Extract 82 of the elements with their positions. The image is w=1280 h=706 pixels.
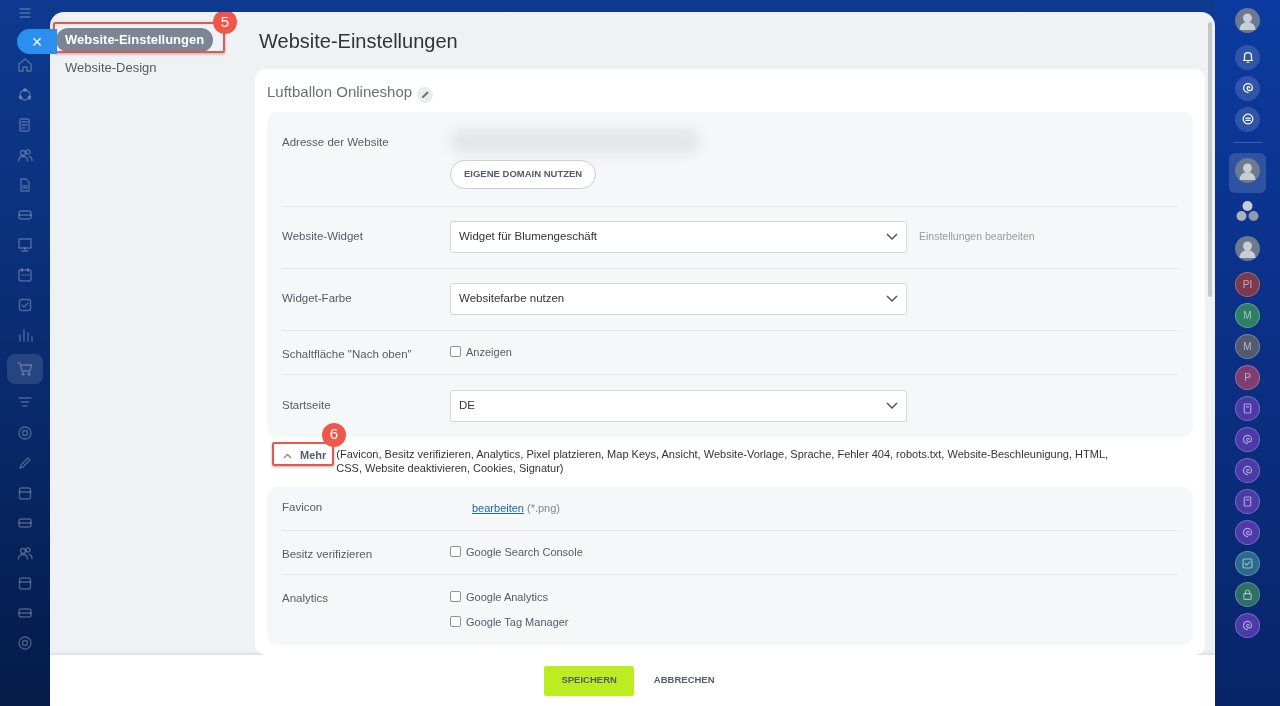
user-initials[interactable]: P — [1235, 365, 1260, 390]
page-title: Website-Einstellungen — [259, 29, 459, 54]
user-initials[interactable]: M — [1235, 334, 1260, 359]
app-button[interactable] — [1235, 396, 1260, 421]
select-field[interactable]: Websitefarbe nutzen — [450, 283, 907, 315]
domain-button[interactable]: EIGENE DOMAIN NUTZEN — [450, 160, 597, 189]
avatar[interactable] — [1235, 8, 1260, 33]
calendar-icon[interactable] — [17, 267, 33, 283]
book-icon — [1241, 495, 1254, 508]
target-icon[interactable] — [17, 635, 33, 651]
setting-label: Widget-Farbe — [282, 292, 352, 305]
chevron-icon — [886, 233, 898, 241]
checkbox-label: Google Analytics — [466, 591, 548, 603]
setting-label: Adresse der Website — [282, 135, 389, 148]
setting-label: Website-Widget — [282, 230, 363, 243]
setting-label: Schaltfläche "Nach oben" — [282, 347, 412, 360]
checkbox-label: Anzeigen — [466, 345, 512, 358]
chevron-icon — [886, 295, 898, 303]
archive-icon[interactable] — [17, 485, 33, 501]
bar-chart-icon[interactable] — [17, 327, 33, 343]
cancel-button[interactable]: ABBRECHEN — [647, 672, 721, 689]
app-button[interactable] — [1235, 613, 1260, 638]
cart-icon[interactable] — [17, 361, 33, 377]
app-button[interactable] — [1235, 551, 1260, 576]
checkbox[interactable] — [450, 615, 461, 627]
card-icon[interactable] — [17, 605, 33, 621]
people-icon[interactable] — [17, 545, 33, 561]
app-button[interactable] — [1235, 458, 1260, 483]
nav-item[interactable]: Website-Einstellungen — [56, 28, 214, 52]
nav-item[interactable]: Website-Design — [56, 55, 166, 79]
edit-link[interactable]: bearbeiten — [472, 499, 524, 517]
archive-icon[interactable] — [17, 575, 33, 591]
site-name: Luftballon Onlineshop — [267, 83, 413, 100]
circular-arrows-icon[interactable] — [17, 87, 33, 103]
file-type-note: (*.png) — [527, 500, 561, 516]
setting-label: Analytics — [282, 591, 329, 604]
checkbox[interactable] — [450, 545, 461, 557]
close-button[interactable]: × — [17, 29, 57, 54]
sections-summary: (Favicon, Besitz verifizieren, Analytics, Pixel platzieren, Map Keys, Ansicht, Website-Vorlage, Sprache, Fehler 404, robots.txt, Website-Beschleunigung, HTML, CSS, Website deaktivieren, Cookies, Signatur) — [336, 446, 1110, 475]
spiral-icon — [1241, 433, 1254, 446]
lock-icon — [1241, 588, 1254, 601]
spiral-icon[interactable] — [1235, 75, 1260, 101]
chevron-icon — [886, 401, 898, 410]
select-field[interactable]: DE — [450, 389, 907, 422]
checkbox-icon[interactable] — [17, 297, 33, 313]
document-icon[interactable] — [17, 117, 33, 133]
select-field[interactable]: Widget für Blumengeschäft — [450, 221, 907, 253]
setting-label: Besitz verifizieren — [282, 547, 373, 560]
target-icon[interactable] — [17, 425, 33, 441]
house-icon[interactable] — [17, 57, 33, 73]
spiral-icon — [1241, 526, 1254, 539]
scrollbar[interactable] — [1208, 22, 1212, 297]
pencil-icon[interactable] — [17, 455, 33, 471]
user-initials[interactable]: PI — [1235, 272, 1260, 297]
chat-icon[interactable] — [1235, 106, 1260, 132]
page-icon[interactable] — [17, 177, 33, 193]
checkbox[interactable] — [450, 345, 461, 357]
save-button[interactable]: SPEICHERN — [544, 665, 634, 696]
checkbox-label: Google Search Console — [466, 545, 583, 558]
app-button[interactable] — [1235, 582, 1260, 607]
people-icon[interactable] — [17, 147, 33, 163]
app-button[interactable] — [1235, 489, 1260, 514]
edit-icon[interactable] — [417, 86, 434, 103]
card-icon[interactable] — [17, 515, 33, 531]
presentation-board-icon[interactable] — [17, 237, 33, 253]
checkbox-icon — [1241, 557, 1254, 570]
checkbox[interactable] — [450, 591, 461, 602]
checkbox-label: Google Tag Manager — [466, 615, 569, 628]
group-avatar[interactable] — [1235, 199, 1260, 224]
setting-label: Favicon — [282, 501, 323, 514]
app-button[interactable] — [1235, 520, 1260, 545]
setting-label: Startseite — [282, 398, 331, 411]
spiral-icon — [1241, 619, 1254, 632]
card-icon[interactable] — [17, 207, 33, 223]
avatar[interactable] — [1235, 157, 1260, 183]
bell-icon[interactable] — [1235, 44, 1260, 70]
spiral-icon — [1241, 464, 1254, 477]
app-button[interactable] — [1235, 427, 1260, 452]
more-toggle[interactable]: Mehr — [283, 446, 327, 463]
avatar[interactable] — [1235, 235, 1260, 261]
callout-badge: 5 — [213, 12, 237, 34]
book-icon — [1241, 402, 1254, 415]
